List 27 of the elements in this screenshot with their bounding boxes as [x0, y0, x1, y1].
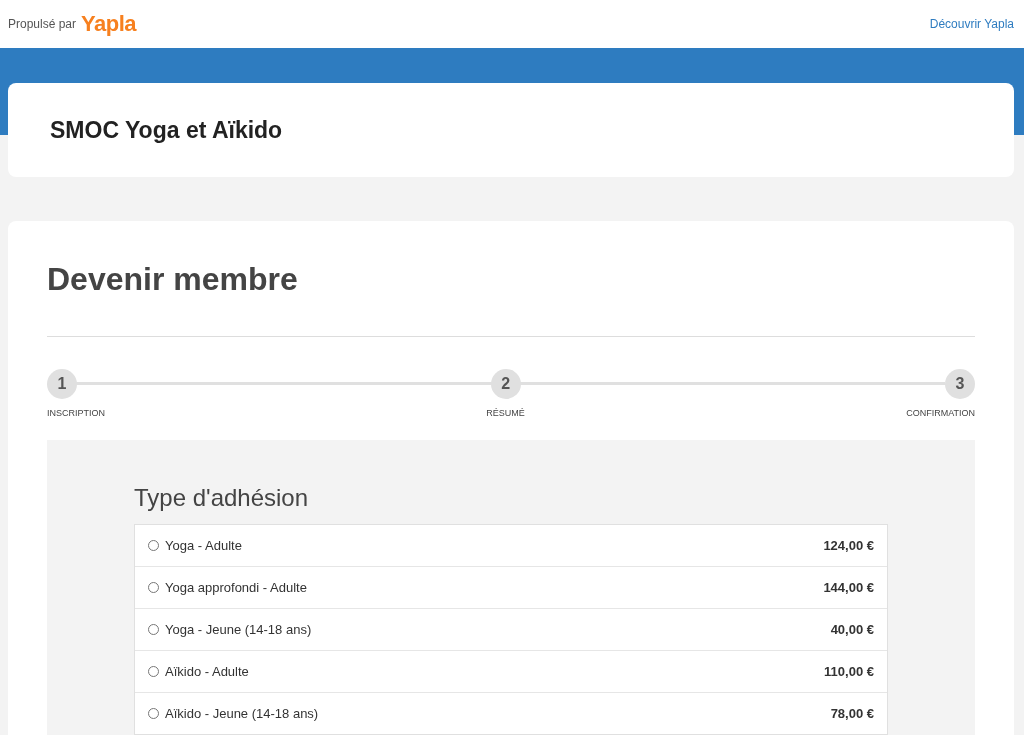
option-price: 124,00 € — [823, 538, 874, 553]
step-label: RÉSUMÉ — [486, 408, 525, 418]
radio-button[interactable] — [148, 708, 159, 719]
option-label: Aïkido - Jeune (14-18 ans) — [165, 706, 319, 721]
step-label: CONFIRMATION — [906, 408, 975, 418]
radio-button[interactable] — [148, 582, 159, 593]
option-price: 78,00 € — [830, 706, 874, 721]
option-label: Yoga approfondi - Adulte — [165, 580, 307, 595]
section-title: Type d'adhésion — [134, 484, 310, 512]
step-circle: 3 — [945, 369, 975, 399]
step-circle: 1 — [47, 369, 77, 399]
option-label: Yoga - Adulte — [165, 538, 242, 553]
option-label: Aïkido - Adulte — [165, 664, 249, 679]
step-label: INSCRIPTION — [47, 408, 105, 418]
discover-link[interactable]: Découvrir Yapla — [929, 17, 1014, 31]
option-price: 40,00 € — [830, 622, 874, 637]
radio-button[interactable] — [148, 540, 159, 551]
option-label: Yoga - Jeune (14-18 ans) — [165, 622, 312, 637]
radio-button[interactable] — [148, 624, 159, 635]
radio-button[interactable] — [148, 666, 159, 677]
option-price: 110,00 € — [824, 664, 874, 679]
form-title: Devenir membre — [47, 261, 975, 337]
powered-by-text: Propulsé par — [8, 17, 77, 31]
option-price: 144,00 € — [823, 580, 874, 595]
organization-name: SMOC Yoga et Aïkido — [50, 116, 283, 144]
logo: Yapla — [81, 11, 137, 37]
step-circle: 2 — [490, 369, 521, 399]
